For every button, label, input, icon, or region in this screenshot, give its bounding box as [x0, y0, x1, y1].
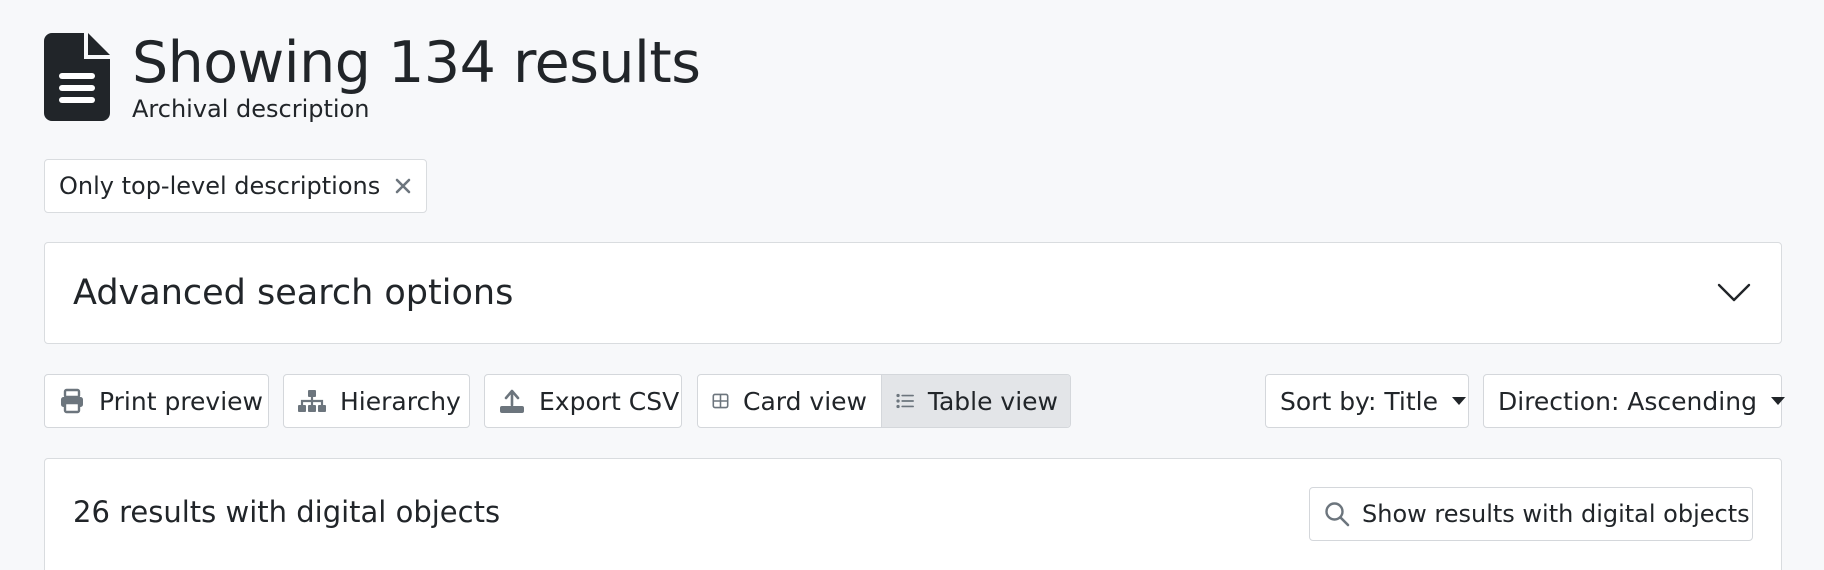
sort-label: Sort by: Title	[1280, 386, 1438, 416]
export-csv-button[interactable]: Export CSV	[484, 374, 682, 428]
advanced-search-toggle[interactable]: Advanced search options	[44, 242, 1782, 344]
card-view-button[interactable]: Card view	[698, 375, 881, 427]
results-panel: 26 results with digital objects Show res…	[44, 458, 1782, 570]
sort-dropdown[interactable]: Sort by: Title	[1265, 374, 1469, 428]
table-grid-icon	[712, 393, 729, 409]
chevron-down-icon	[1717, 283, 1751, 302]
table-view-label: Table view	[927, 386, 1058, 416]
show-digital-objects-label: Show results with digital objects	[1362, 500, 1750, 528]
page-title: Showing 134 results	[132, 30, 701, 96]
hierarchy-button[interactable]: Hierarchy	[283, 374, 470, 428]
print-preview-label: Print preview	[99, 386, 264, 416]
page-header: Showing 134 results Archival description	[44, 30, 701, 124]
close-icon[interactable]	[394, 177, 412, 195]
show-digital-objects-button[interactable]: Show results with digital objects	[1309, 487, 1753, 541]
page: Showing 134 results Archival description…	[0, 0, 1824, 570]
digital-results-count: 26 results with digital objects	[73, 495, 501, 529]
table-view-button[interactable]: Table view	[881, 375, 1070, 427]
card-view-label: Card view	[743, 386, 867, 416]
search-icon	[1325, 502, 1350, 527]
filter-tag-label: Only top-level descriptions	[59, 172, 381, 200]
hierarchy-label: Hierarchy	[340, 386, 461, 416]
direction-dropdown[interactable]: Direction: Ascending	[1483, 374, 1785, 428]
print-preview-button[interactable]: Print preview	[44, 374, 269, 428]
caret-down-icon	[1451, 397, 1466, 405]
view-toggle-group: Card view Table view	[697, 374, 1071, 428]
export-csv-label: Export CSV	[539, 386, 680, 416]
printer-icon	[61, 388, 83, 414]
direction-label: Direction: Ascending	[1498, 386, 1757, 416]
file-text-icon	[44, 33, 110, 121]
page-subtitle: Archival description	[132, 95, 370, 123]
header-text: Showing 134 results Archival description	[132, 30, 701, 124]
caret-down-icon	[1770, 397, 1785, 405]
filter-tag: Only top-level descriptions	[44, 159, 428, 213]
advanced-search-title: Advanced search options	[73, 273, 514, 313]
sitemap-icon	[298, 390, 326, 412]
list-icon	[896, 393, 914, 409]
upload-icon	[500, 389, 524, 413]
